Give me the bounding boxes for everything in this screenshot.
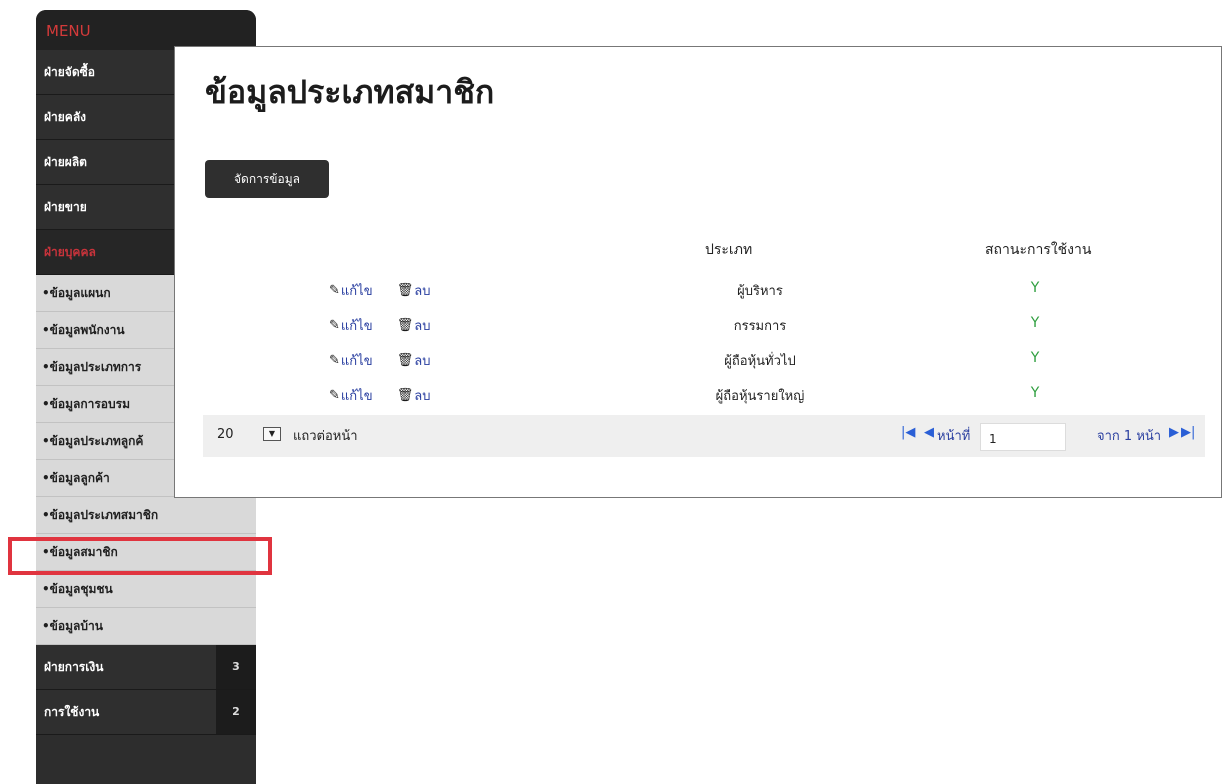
sidebar-subitem-house[interactable]: •ข้อมูลบ้าน [36,608,256,645]
delete-link[interactable]: ลบ [414,385,430,406]
trash-icon: 🗑 [396,353,414,368]
prev-page-icon[interactable]: ◀ [924,425,934,440]
table-row: ✎แก้ไข 🗑ลบ ผู้ถือหุ้นรายใหญ่ Y [175,385,1221,415]
pencil-icon: ✎ [329,318,340,333]
sidebar-subitem-community[interactable]: •ข้อมูลชุมชน [36,571,256,608]
last-page-icon[interactable]: ▶| [1181,425,1195,440]
trash-icon: 🗑 [396,283,414,298]
sidebar-subitem-member-type[interactable]: •ข้อมูลประเภทสมาชิก [36,497,256,534]
delete-link[interactable]: ลบ [414,350,430,371]
column-header-status: สถานะการใช้งาน [985,242,1092,258]
cell-type: ผู้ถือหุ้นทั่วไป [724,354,796,369]
menu-title: MENU [36,10,256,50]
sidebar-item-label: ฝ่ายการเงิน [44,660,104,674]
next-page-icon[interactable]: ▶ [1169,425,1179,440]
cell-type: กรรมการ [733,319,787,334]
page-number-input[interactable]: 1 [980,423,1066,451]
edit-link[interactable]: แก้ไข [341,315,373,336]
sidebar-item-usage[interactable]: การใช้งาน 2 [36,690,256,735]
edit-link[interactable]: แก้ไข [341,350,373,371]
trash-icon: 🗑 [396,388,414,403]
cell-type: ผู้บริหาร [737,284,783,299]
page-label: หน้าที่ [937,429,971,444]
table-row: ✎แก้ไข 🗑ลบ ผู้บริหาร Y [175,280,1221,310]
pencil-icon: ✎ [329,283,340,298]
row-actions: ✎แก้ไข 🗑ลบ [329,315,430,336]
chevron-down-icon[interactable]: ▼ [263,427,281,441]
delete-link[interactable]: ลบ [414,280,430,301]
row-actions: ✎แก้ไข 🗑ลบ [329,385,430,406]
highlight-annotation [8,537,272,575]
page-title: ข้อมูลประเภทสมาชิก [205,73,495,111]
count-badge: 2 [216,690,256,734]
table-row: ✎แก้ไข 🗑ลบ กรรมการ Y [175,315,1221,345]
page-size-value[interactable]: 20 [217,427,234,442]
cell-status: Y [1030,385,1040,401]
edit-link[interactable]: แก้ไข [341,385,373,406]
page-total-label: จาก 1 หน้า [1097,429,1162,444]
edit-link[interactable]: แก้ไข [341,280,373,301]
row-actions: ✎แก้ไข 🗑ลบ [329,350,430,371]
row-actions: ✎แก้ไข 🗑ลบ [329,280,430,301]
cell-status: Y [1030,315,1040,331]
rows-per-page-label: แถวต่อหน้า [293,429,358,444]
sidebar-item-label: การใช้งาน [44,705,100,719]
table-row: ✎แก้ไข 🗑ลบ ผู้ถือหุ้นทั่วไป Y [175,350,1221,380]
sidebar-item-finance[interactable]: ฝ่ายการเงิน 3 [36,645,256,690]
trash-icon: 🗑 [396,318,414,333]
delete-link[interactable]: ลบ [414,315,430,336]
pencil-icon: ✎ [329,353,340,368]
main-panel: ข้อมูลประเภทสมาชิก จัดการข้อมูล ประเภท ส… [174,46,1222,498]
column-header-type: ประเภท [705,242,753,258]
pagination-bar: 20 ▼ แถวต่อหน้า |◀ ◀ หน้าที่ 1 จาก 1 หน้… [203,415,1205,457]
first-page-icon[interactable]: |◀ [901,425,915,440]
cell-type: ผู้ถือหุ้นรายใหญ่ [715,389,805,404]
cell-status: Y [1030,280,1040,296]
cell-status: Y [1030,350,1040,366]
count-badge: 3 [216,645,256,689]
manage-data-button[interactable]: จัดการข้อมูล [205,160,329,198]
pencil-icon: ✎ [329,388,340,403]
